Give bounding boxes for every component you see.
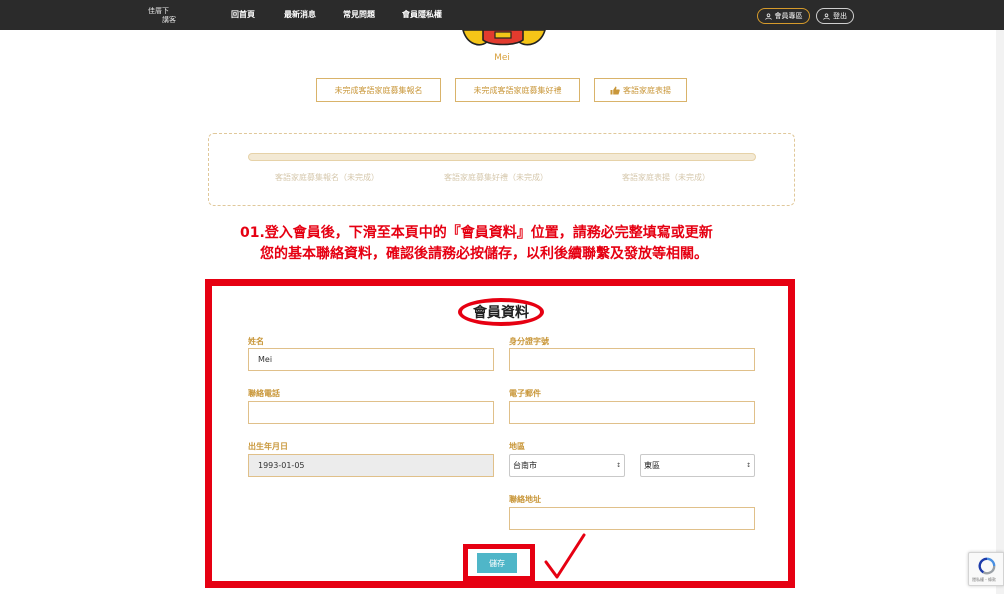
district-select[interactable]: 東區 ↕ — [640, 454, 755, 477]
member-area-button[interactable]: 會員專區 — [757, 8, 810, 24]
nav-news[interactable]: 最新消息 — [284, 9, 316, 20]
member-area-label: 會員專區 — [774, 12, 803, 20]
district-select-value: 東區 — [644, 461, 660, 470]
commendation-label: 客語家庭表揚 — [623, 85, 671, 95]
user-icon — [764, 12, 772, 20]
address-label: 聯絡地址 — [509, 495, 541, 504]
logo-text-2: 講客 — [162, 16, 176, 24]
progress-bar — [248, 153, 756, 161]
nav-privacy[interactable]: 會員隱私權 — [402, 9, 442, 20]
signup-status-button[interactable]: 未完成客語家庭募集報名 — [316, 78, 441, 102]
region-label: 地區 — [509, 442, 525, 451]
save-button[interactable]: 儲存 — [477, 553, 517, 573]
email-input[interactable] — [509, 401, 755, 424]
id-number-input[interactable] — [509, 348, 755, 371]
instruction-line-1: 01.登入會員後，下滑至本頁中的『會員資料』位置，請務必完整填寫或更新 — [240, 225, 713, 241]
profile-username: Mei — [494, 53, 510, 63]
birthday-label: 出生年月日 — [248, 442, 288, 451]
recaptcha-text: 隱私權 - 條款 — [972, 577, 996, 582]
phone-label: 聯絡電話 — [248, 389, 280, 398]
logo-text-1: 佳厝下 — [148, 7, 169, 15]
progress-label-commendation: 客語家庭表揚（未完成） — [622, 173, 710, 182]
name-input[interactable]: Mei — [248, 348, 494, 371]
address-input[interactable] — [509, 507, 755, 530]
birthday-input: 1993-01-05 — [248, 454, 494, 477]
checkmark-annotation-icon — [544, 533, 586, 579]
progress-label-signup: 客語家庭募集報名（未完成） — [275, 173, 379, 182]
instruction-line-2: 您的基本聯絡資料，確認後請務必按儲存，以利後續聯繫及發放等相關。 — [260, 246, 708, 262]
select-arrows-icon: ↕ — [615, 462, 621, 469]
city-select-value: 台南市 — [513, 461, 537, 470]
nav-faq[interactable]: 常見問題 — [343, 9, 375, 20]
phone-input[interactable] — [248, 401, 494, 424]
commendation-button[interactable]: 客語家庭表揚 — [594, 78, 687, 102]
logout-label: 登出 — [833, 12, 847, 20]
signup-status-label: 未完成客語家庭募集報名 — [334, 85, 423, 95]
user-icon — [823, 12, 830, 20]
name-label: 姓名 — [248, 337, 264, 346]
instruction-text: 01.登入會員後，下滑至本頁中的『會員資料』位置，請務必完整填寫或更新 您的基本… — [240, 223, 713, 265]
progress-panel: 客語家庭募集報名（未完成） 客語家庭募集好禮（未完成） 客語家庭表揚（未完成） — [208, 133, 795, 206]
page-scrollbar[interactable] — [996, 30, 1004, 594]
recaptcha-icon — [978, 557, 996, 575]
gift-status-button[interactable]: 未完成客語家庭募集好禮 — [455, 78, 580, 102]
city-select[interactable]: 台南市 ↕ — [509, 454, 625, 477]
logout-button[interactable]: 登出 — [816, 8, 854, 24]
mascot-avatar — [457, 30, 549, 50]
title-highlight-oval — [458, 298, 544, 326]
site-logo[interactable]: 佳厝下 講客 — [144, 4, 182, 28]
nav-home[interactable]: 回首頁 — [231, 9, 255, 20]
thumbs-up-icon — [610, 86, 620, 94]
progress-label-gift: 客語家庭募集好禮（未完成） — [444, 173, 548, 182]
id-number-label: 身分證字號 — [509, 337, 549, 346]
recaptcha-badge[interactable]: 隱私權 - 條款 — [968, 552, 1004, 586]
gift-status-label: 未完成客語家庭募集好禮 — [473, 85, 562, 95]
select-arrows-icon: ↕ — [745, 462, 751, 469]
top-nav-bar: 佳厝下 講客 回首頁 最新消息 常見問題 會員隱私權 會員專區 登出 — [0, 0, 1004, 30]
email-label: 電子郵件 — [509, 389, 541, 398]
